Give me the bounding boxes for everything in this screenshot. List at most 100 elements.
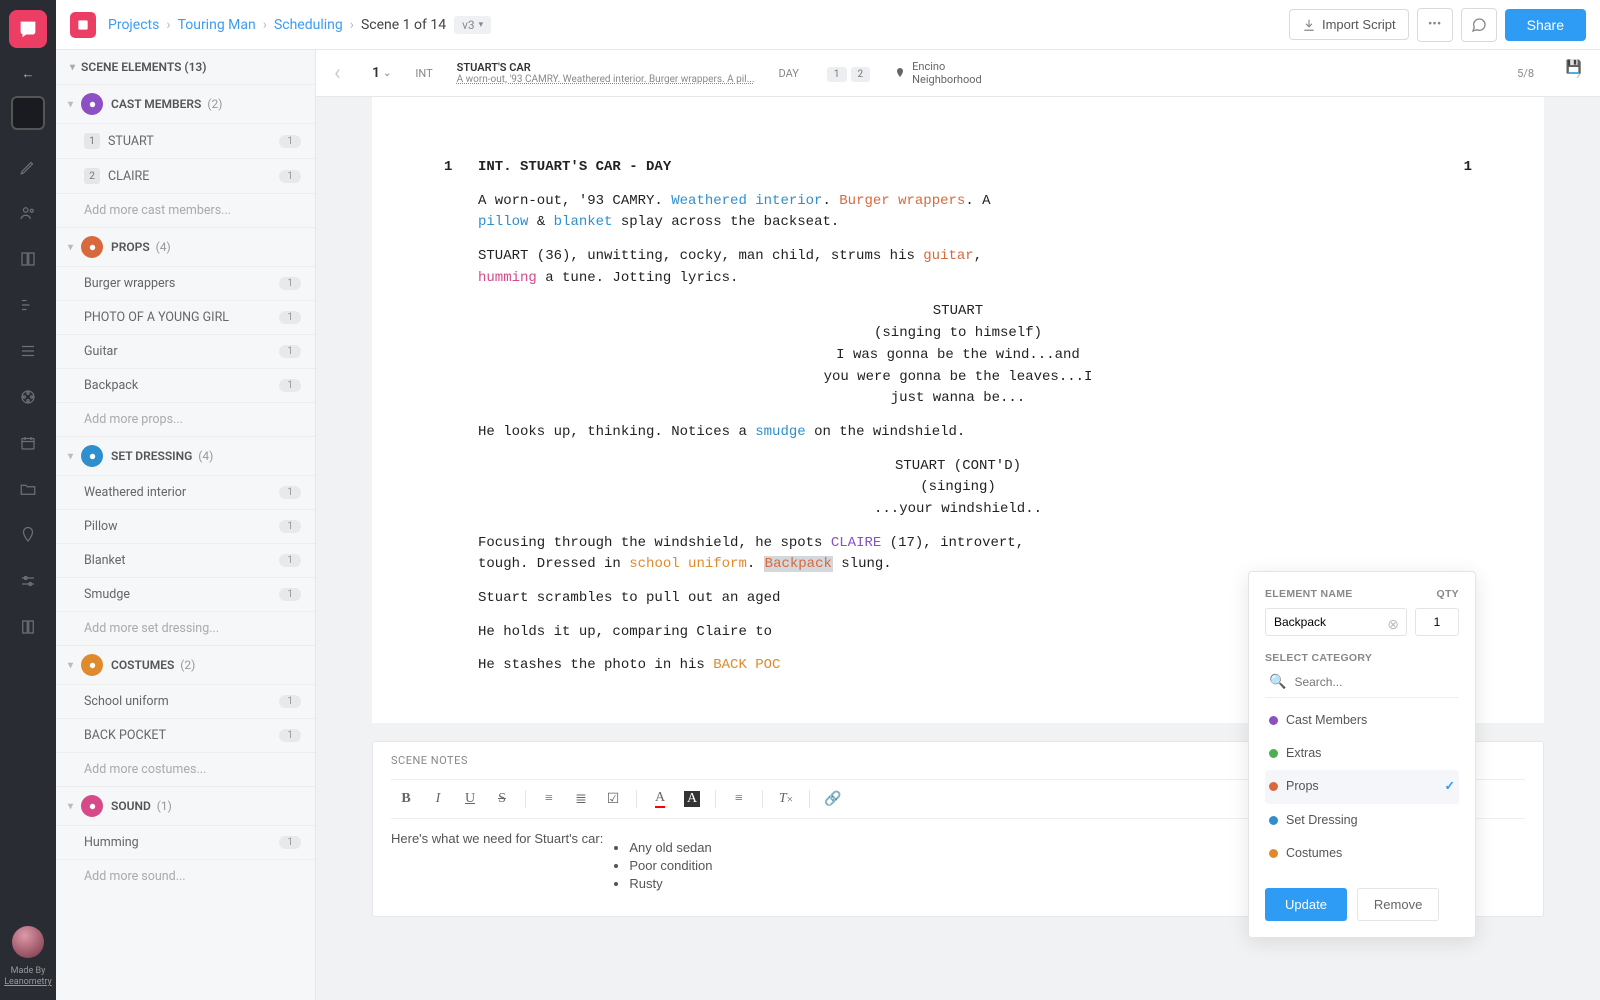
category-search-input[interactable]	[1290, 671, 1459, 693]
version-selector[interactable]: v3 ▾	[454, 16, 491, 34]
people-icon[interactable]	[16, 201, 40, 225]
list-item[interactable]: Burger wrappers1	[56, 266, 315, 300]
add-item[interactable]: Add more cast members...	[56, 193, 315, 227]
save-notes-icon[interactable]: 💾	[1566, 60, 1582, 75]
element-popup: ELEMENT NAME QTY ⊗ SELECT CATEGORY 🔍 Cas…	[1248, 571, 1476, 938]
app-logo[interactable]	[9, 10, 47, 48]
qty-input[interactable]	[1415, 608, 1459, 636]
check-button[interactable]: ☑	[598, 786, 628, 812]
italic-button[interactable]: I	[423, 786, 453, 812]
slugline[interactable]: INT. STUART'S CAR - DAY	[478, 157, 1476, 179]
strike-button[interactable]: S	[487, 786, 517, 812]
dialog-2[interactable]: you were gonna be the leaves...I	[440, 367, 1476, 389]
qty-label: QTY	[1437, 586, 1460, 602]
dialog-4[interactable]: ...your windshield..	[440, 499, 1476, 521]
clear-format-button[interactable]: T×	[771, 786, 801, 812]
action-4[interactable]: Focusing through the windshield, he spot…	[478, 533, 1038, 576]
breadcrumb: Projects› Touring Man› Scheduling› Scene…	[108, 16, 491, 34]
list-item[interactable]: Weathered interior1	[56, 475, 315, 509]
add-item[interactable]: Add more props...	[56, 402, 315, 436]
action-3[interactable]: He looks up, thinking. Notices a smudge …	[478, 422, 1038, 444]
ol-button[interactable]: ≡	[534, 786, 564, 812]
dialog-3[interactable]: just wanna be...	[440, 388, 1476, 410]
pin-icon[interactable]	[16, 523, 40, 547]
add-item[interactable]: Add more sound...	[56, 859, 315, 893]
list-item[interactable]: Humming1	[56, 825, 315, 859]
category-option[interactable]: Extras	[1265, 737, 1459, 770]
align-button[interactable]: ≡	[724, 786, 754, 812]
element-name-input[interactable]	[1265, 608, 1407, 636]
import-script-button[interactable]: Import Script	[1289, 9, 1409, 40]
category-search[interactable]: 🔍	[1265, 667, 1459, 698]
folder-icon[interactable]	[16, 477, 40, 501]
back-icon[interactable]: ←	[22, 66, 35, 82]
prev-scene-icon[interactable]: ‹	[334, 61, 341, 86]
category-option[interactable]: Costumes	[1265, 837, 1459, 870]
reel-icon[interactable]	[16, 385, 40, 409]
crumb-project[interactable]: Touring Man	[178, 17, 256, 33]
scene-index-selector[interactable]: 1 ⌄	[372, 65, 391, 81]
comments-button[interactable]	[1461, 8, 1497, 42]
calendar-icon[interactable]	[16, 431, 40, 455]
book2-icon[interactable]	[16, 615, 40, 639]
category-option[interactable]: Set Dressing	[1265, 804, 1459, 837]
character-1[interactable]: STUART	[440, 301, 1476, 323]
action-5[interactable]: Stuart scrambles to pull out an aged	[478, 588, 1038, 610]
list-item[interactable]: 1STUART1	[56, 123, 315, 158]
list-item[interactable]: BACK POCKET1	[56, 718, 315, 752]
scene-length: 5/8	[1517, 67, 1534, 80]
update-button[interactable]: Update	[1265, 888, 1347, 921]
sliders-icon[interactable]	[16, 569, 40, 593]
list-item[interactable]: 2CLAIRE1	[56, 158, 315, 193]
category-option[interactable]: Cast Members	[1265, 704, 1459, 737]
crumb-section[interactable]: Scheduling	[274, 17, 343, 33]
list-item[interactable]: School uniform1	[56, 684, 315, 718]
topbar: Projects› Touring Man› Scheduling› Scene…	[56, 0, 1600, 50]
list-item[interactable]: PHOTO OF A YOUNG GIRL1	[56, 300, 315, 334]
group-header[interactable]: ▾CAST MEMBERS (2)	[56, 84, 315, 123]
bold-button[interactable]: B	[391, 786, 421, 812]
highlight-button[interactable]: A	[677, 786, 707, 812]
location[interactable]: EncinoNeighborhood	[894, 60, 982, 86]
group-header[interactable]: ▾SOUND (1)	[56, 786, 315, 825]
underline-button[interactable]: U	[455, 786, 485, 812]
paren-2[interactable]: (singing)	[440, 477, 1476, 499]
ul-button[interactable]: ≣	[566, 786, 596, 812]
group-header[interactable]: ▾PROPS (4)	[56, 227, 315, 266]
scene-slug[interactable]: STUART'S CAR A worn-out, '93 CAMRY. Weat…	[457, 61, 755, 85]
list-item[interactable]: Guitar1	[56, 334, 315, 368]
sidebar-header[interactable]: ▾SCENE ELEMENTS (13)	[56, 50, 315, 84]
dialog-1[interactable]: I was gonna be the wind...and	[440, 345, 1476, 367]
action-6[interactable]: He holds it up, comparing Claire to	[478, 622, 1038, 644]
add-item[interactable]: Add more costumes...	[56, 752, 315, 786]
cast-chips: 12	[823, 66, 870, 81]
character-2[interactable]: STUART (CONT'D)	[440, 456, 1476, 478]
add-item[interactable]: Add more set dressing...	[56, 611, 315, 645]
category-option[interactable]: Props✓	[1265, 770, 1459, 803]
remove-button[interactable]: Remove	[1357, 888, 1439, 921]
group-header[interactable]: ▾SET DRESSING (4)	[56, 436, 315, 475]
int-ext-tag: INT	[415, 67, 432, 80]
share-button[interactable]: Share	[1505, 9, 1586, 41]
paren-1[interactable]: (singing to himself)	[440, 323, 1476, 345]
group-header[interactable]: ▾COSTUMES (2)	[56, 645, 315, 684]
list-item[interactable]: Smudge1	[56, 577, 315, 611]
flow-icon[interactable]	[16, 293, 40, 317]
textcolor-button[interactable]: A	[645, 786, 675, 812]
action-7[interactable]: He stashes the photo in his BACK POC	[478, 655, 1038, 677]
brand-icon[interactable]	[70, 12, 96, 38]
link-button[interactable]: 🔗	[818, 786, 848, 812]
clear-icon[interactable]: ⊗	[1387, 614, 1399, 636]
user-avatar[interactable]	[12, 926, 44, 958]
book-icon[interactable]	[16, 247, 40, 271]
crumb-projects[interactable]: Projects	[108, 17, 159, 33]
edit-icon[interactable]	[16, 155, 40, 179]
list-item[interactable]: Backpack1	[56, 368, 315, 402]
list-item[interactable]: Blanket1	[56, 543, 315, 577]
action-1[interactable]: A worn-out, '93 CAMRY. Weathered interio…	[478, 191, 1038, 234]
more-button[interactable]: •••	[1417, 8, 1453, 42]
action-2[interactable]: STUART (36), unwitting, cocky, man child…	[478, 246, 1038, 289]
list-icon[interactable]	[16, 339, 40, 363]
project-thumb[interactable]	[11, 96, 45, 130]
list-item[interactable]: Pillow1	[56, 509, 315, 543]
